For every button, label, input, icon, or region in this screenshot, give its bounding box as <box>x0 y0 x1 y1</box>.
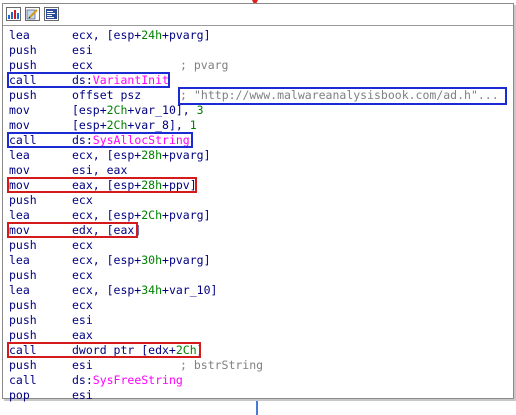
operand: ds:SysAllocString <box>72 133 190 147</box>
mnemonic: push <box>9 43 37 57</box>
operand: ecx, [esp+24h+pvarg] <box>72 28 211 42</box>
mnemonic: mov <box>9 163 30 177</box>
mnemonic: push <box>9 328 37 342</box>
mnemonic: lea <box>9 148 30 162</box>
outgoing-edge-line <box>256 398 258 415</box>
operand: edx, [eax] <box>72 223 142 237</box>
mnemonic: call <box>9 373 37 387</box>
operand: ecx <box>72 193 93 207</box>
operand: ds:VariantInit <box>72 73 169 87</box>
edit-node-icon[interactable] <box>25 7 40 21</box>
comment: ; bstrString <box>180 358 264 372</box>
operand: esi <box>72 43 93 57</box>
operand: ecx, [esp+2Ch+pvarg] <box>72 208 211 222</box>
mnemonic: push <box>9 298 37 312</box>
mnemonic: pop <box>9 388 30 402</box>
mnemonic: lea <box>9 208 30 222</box>
operand: ecx, [esp+34h+var_10] <box>72 283 218 297</box>
node-titlebar[interactable] <box>3 4 513 26</box>
mnemonic: lea <box>9 253 30 267</box>
operand: dword ptr [edx+2Ch] <box>72 343 204 357</box>
mnemonic: push <box>9 313 37 327</box>
mnemonic: push <box>9 58 37 72</box>
operand: esi <box>72 358 93 372</box>
operand: ds:SysFreeString <box>72 373 183 387</box>
operand: ecx, [esp+28h+pvarg] <box>72 148 211 162</box>
code-view-icon[interactable] <box>44 7 59 21</box>
mnemonic: push <box>9 268 37 282</box>
operand: offset psz <box>72 88 142 102</box>
mnemonic: push <box>9 88 37 102</box>
operand: esi <box>72 388 93 402</box>
import-name: VariantInit <box>92 73 169 87</box>
mnemonic: call <box>9 73 37 87</box>
mnemonic: lea <box>9 283 30 297</box>
mnemonic: push <box>9 193 37 207</box>
operand: ecx, [esp+30h+pvarg] <box>72 253 211 267</box>
operand: ecx <box>72 268 93 282</box>
mnemonic: mov <box>9 103 30 117</box>
operand: [esp+2Ch+var_8], 1 <box>72 118 197 132</box>
comment: ; pvarg <box>180 58 229 72</box>
mnemonic: call <box>9 133 37 147</box>
operand: [esp+2Ch+var_10], 3 <box>72 103 204 117</box>
operand: esi <box>72 313 93 327</box>
operand: eax, [esp+28h+ppv] <box>72 178 197 192</box>
mnemonic: mov <box>9 118 30 132</box>
code-block-node[interactable]: lea ecx, [esp+24h+pvarg] push esi push ecx;… <box>2 3 514 402</box>
mnemonic: lea <box>9 28 30 42</box>
operand: esi, eax <box>72 163 128 177</box>
mnemonic: push <box>9 238 37 252</box>
url-string: "http://www.malwareanalysisbook.com/ad.h… <box>194 88 499 102</box>
graph-view-icon[interactable] <box>6 7 21 21</box>
import-name: SysAllocString <box>92 133 190 147</box>
mnemonic: push <box>9 358 37 372</box>
operand: ecx <box>72 238 93 252</box>
mnemonic: mov <box>9 178 30 192</box>
operand: eax <box>72 328 93 342</box>
mnemonic: mov <box>9 223 30 237</box>
operand: ecx <box>72 298 93 312</box>
import-name: SysFreeString <box>92 373 183 387</box>
comment: ; <box>180 88 194 102</box>
mnemonic: call <box>9 343 37 357</box>
operand: ecx <box>72 58 93 72</box>
